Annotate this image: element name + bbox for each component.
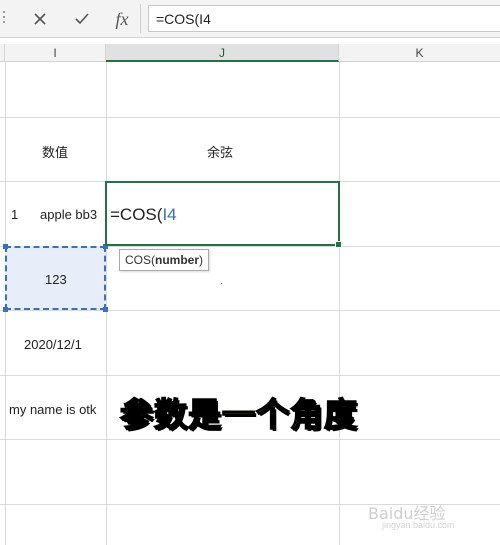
column-header-i[interactable]: I — [5, 44, 106, 62]
text-cell[interactable]: apple bb3 — [40, 207, 97, 222]
cell-reference: I4 — [162, 205, 177, 224]
formula-buttons: fx — [15, 4, 141, 33]
insert-function-button[interactable]: fx — [109, 6, 135, 32]
grip-icon — [2, 11, 6, 25]
formula-bar: fx =COS(I4 — [0, 0, 500, 38]
annotation-caption: 参数是一个角度 — [119, 394, 358, 435]
column-header-j[interactable]: J — [106, 44, 339, 62]
row-number-cell[interactable]: 1 — [11, 207, 18, 222]
text-cell-my-name[interactable]: my name is otk — [9, 402, 96, 417]
checkmark-icon — [75, 13, 89, 25]
function-tooltip[interactable]: COS(number) — [119, 249, 210, 271]
value-cell-123[interactable]: 123 — [45, 272, 67, 287]
cell-edit-text[interactable]: =COS(I4 — [110, 205, 177, 225]
header-cell-i[interactable]: 数值 — [42, 142, 68, 161]
formula-input[interactable]: =COS(I4 — [148, 5, 500, 32]
cancel-button[interactable] — [27, 6, 53, 32]
watermark-url: jingyan.baidu.com — [382, 520, 455, 530]
date-cell[interactable]: 2020/12/1 — [24, 337, 82, 352]
active-cell-j[interactable]: =COS(I4 — [105, 181, 342, 248]
argument-name: number — [155, 253, 200, 267]
header-cell-j[interactable]: 余弦 — [207, 142, 233, 161]
fill-handle[interactable] — [335, 241, 342, 248]
close-icon — [34, 13, 46, 25]
enter-button[interactable] — [69, 6, 95, 32]
column-header-k[interactable]: K — [339, 44, 500, 62]
